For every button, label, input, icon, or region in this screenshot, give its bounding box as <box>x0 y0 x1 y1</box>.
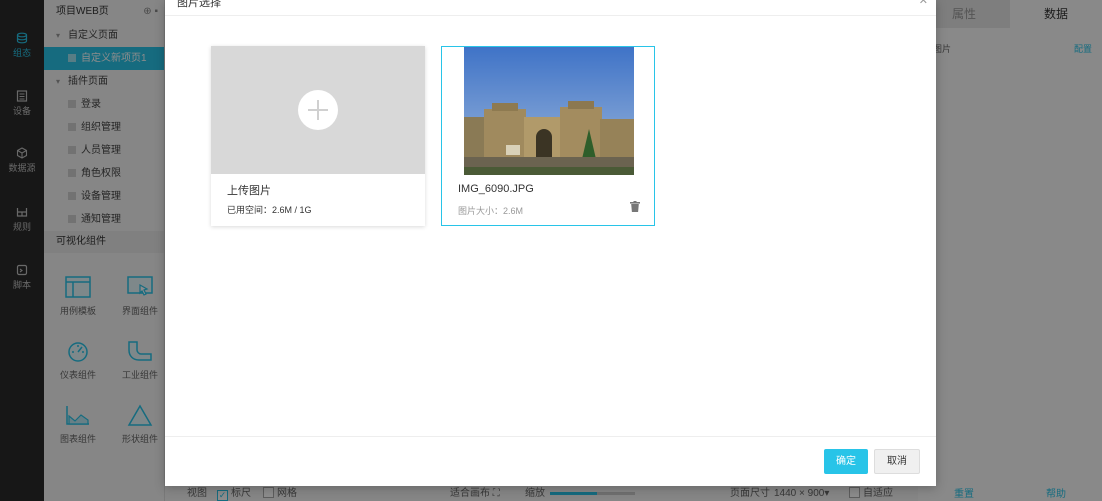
cancel-button[interactable]: 取消 <box>874 449 920 474</box>
image-filename: IMG_6090.JPG <box>458 183 534 195</box>
upload-card[interactable]: 上传图片 已用空间：2.6M / 1G <box>211 46 425 226</box>
image-card[interactable]: IMG_6090.JPG 图片大小：2.6M <box>441 46 655 226</box>
confirm-button[interactable]: 确定 <box>824 449 868 474</box>
trash-icon[interactable] <box>630 201 640 212</box>
dialog-title: 图片选择 <box>177 0 221 9</box>
storage-usage: 已用空间：2.6M / 1G <box>227 205 312 215</box>
image-thumbnail <box>464 47 634 175</box>
dialog-footer: 确定 取消 <box>165 436 936 486</box>
image-picker-dialog: 图片选择 ✕ 上传图片 已用空间：2.6M / 1G IMG_6090.JPG … <box>165 0 936 486</box>
image-size: 图片大小：2.6M <box>458 206 524 216</box>
close-icon[interactable]: ✕ <box>919 0 928 7</box>
fortress-photo <box>464 47 634 175</box>
upload-dropzone[interactable] <box>211 46 425 174</box>
upload-title: 上传图片 <box>227 185 271 197</box>
plus-icon <box>298 90 338 130</box>
dialog-header: 图片选择 ✕ <box>165 0 936 16</box>
